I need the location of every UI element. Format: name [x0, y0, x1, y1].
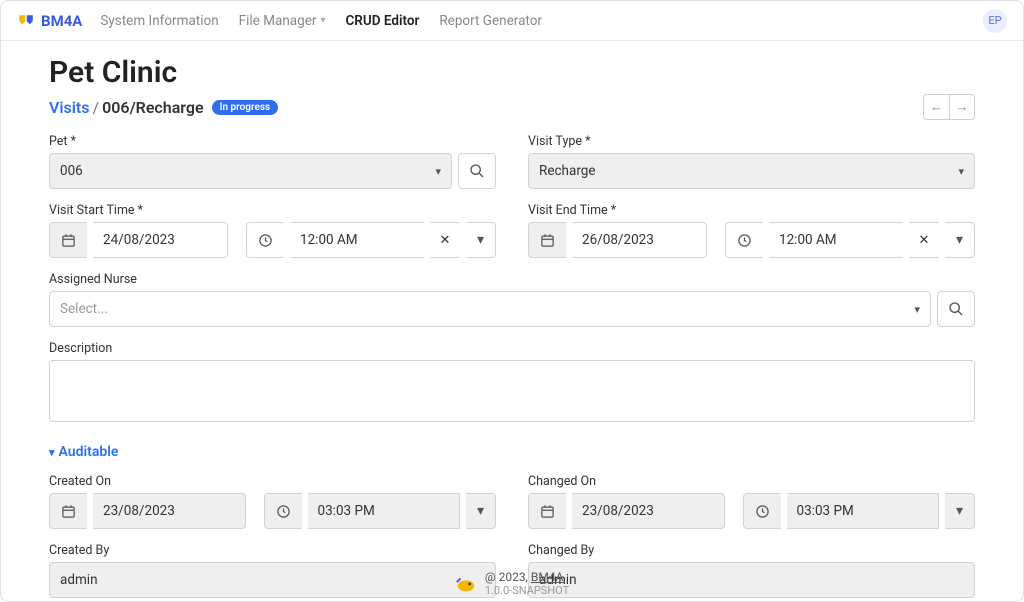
created-on-time-dropdown: ▾ [466, 493, 496, 529]
search-icon [948, 301, 964, 317]
chevron-down-icon: ▾ [49, 446, 55, 459]
changed-on-time: 03:03 PM [787, 493, 940, 529]
visit-end-time-dropdown[interactable]: ▾ [945, 222, 975, 258]
description-textarea[interactable] [49, 360, 975, 422]
visit-end-time-input[interactable]: 12:00 AM [769, 222, 903, 258]
created-on-time: 03:03 PM [308, 493, 461, 529]
chevron-down-icon: ▾ [427, 165, 441, 178]
calendar-icon[interactable] [49, 222, 87, 258]
description-label: Description [49, 341, 975, 356]
visit-start-date-input[interactable]: 24/08/2023 [93, 222, 228, 258]
brand-logo-icon [17, 13, 35, 31]
status-badge: In progress [212, 100, 279, 115]
nav-system-information[interactable]: System Information [100, 13, 218, 29]
nav-file-manager[interactable]: File Manager▾ [239, 13, 326, 29]
changed-by-label: Changed By [528, 543, 975, 558]
visit-end-time-clear[interactable]: ✕ [909, 222, 939, 258]
visit-end-label: Visit End Time * [528, 203, 975, 218]
pet-label: Pet * [49, 134, 496, 149]
calendar-icon[interactable] [528, 222, 566, 258]
visit-start-time-clear[interactable]: ✕ [430, 222, 460, 258]
footer-logo-icon [455, 573, 477, 595]
assigned-nurse-lookup-button[interactable] [937, 291, 975, 327]
footer: @ 2023, BM4A 1.0.0-SNAPSHOT [1, 570, 1023, 597]
search-icon [469, 163, 485, 179]
visit-start-time-input[interactable]: 12:00 AM [290, 222, 424, 258]
created-on-date: 23/08/2023 [93, 493, 246, 529]
nav-crud-editor[interactable]: CRUD Editor [345, 13, 419, 29]
footer-brand-link[interactable]: BM4A [531, 570, 564, 584]
breadcrumb: Visits / 006/Recharge [49, 98, 204, 117]
calendar-icon [49, 493, 87, 529]
clock-icon [264, 493, 302, 529]
clock-icon[interactable] [246, 222, 284, 258]
visit-type-select[interactable]: Recharge▾ [528, 153, 975, 189]
brand[interactable]: BM4A [17, 12, 82, 30]
page-title: Pet Clinic [49, 55, 975, 90]
prev-record-button[interactable]: ← [923, 94, 949, 120]
chevron-down-icon: ▾ [320, 15, 325, 26]
created-on-label: Created On [49, 474, 496, 489]
pet-select[interactable]: 006▾ [49, 153, 452, 189]
footer-version: 1.0.0-SNAPSHOT [485, 584, 569, 597]
visit-start-time-dropdown[interactable]: ▾ [466, 222, 496, 258]
chevron-down-icon: ▾ [950, 165, 964, 178]
clock-icon[interactable] [725, 222, 763, 258]
auditable-section-toggle[interactable]: ▾ Auditable [49, 444, 975, 460]
changed-on-label: Changed On [528, 474, 975, 489]
calendar-icon [528, 493, 566, 529]
breadcrumb-leaf: 006/Recharge [102, 98, 203, 117]
chevron-down-icon: ▾ [906, 303, 920, 316]
assigned-nurse-label: Assigned Nurse [49, 272, 975, 287]
assigned-nurse-select[interactable]: Select...▾ [49, 291, 931, 327]
user-avatar[interactable]: EP [983, 9, 1007, 33]
clock-icon [743, 493, 781, 529]
changed-on-time-dropdown: ▾ [945, 493, 975, 529]
visit-start-label: Visit Start Time * [49, 203, 496, 218]
pet-lookup-button[interactable] [458, 153, 496, 189]
breadcrumb-root[interactable]: Visits [49, 98, 90, 117]
visit-type-label: Visit Type * [528, 134, 975, 149]
changed-on-date: 23/08/2023 [572, 493, 725, 529]
nav-report-generator[interactable]: Report Generator [439, 13, 542, 29]
next-record-button[interactable]: → [949, 94, 975, 120]
created-by-label: Created By [49, 543, 496, 558]
visit-end-date-input[interactable]: 26/08/2023 [572, 222, 707, 258]
